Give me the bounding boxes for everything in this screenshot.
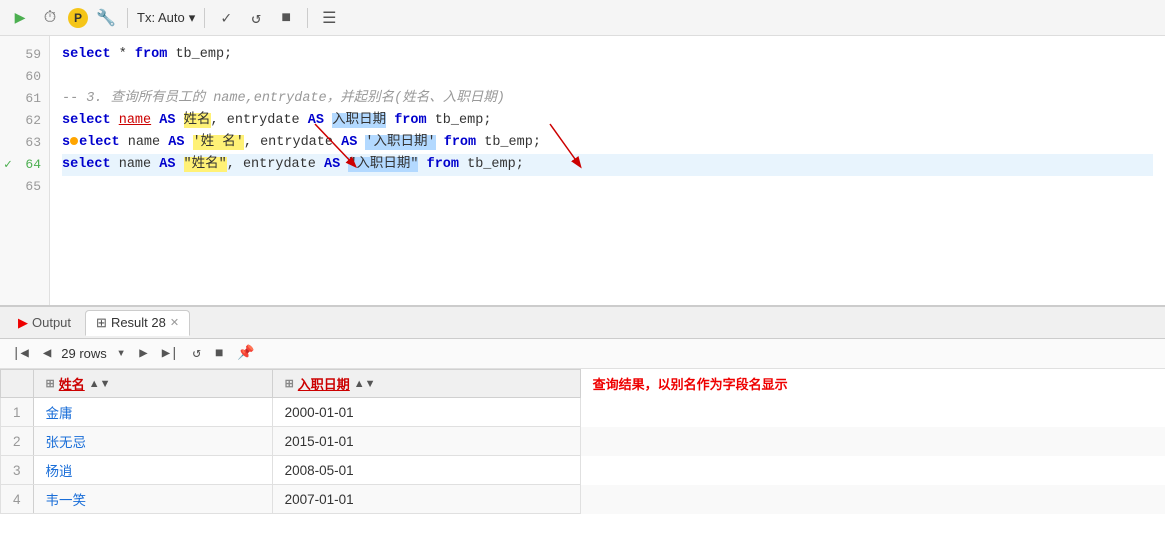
col-entrydate-label: 入职日期 xyxy=(298,374,350,393)
chevron-down-icon: ▾ xyxy=(189,10,196,26)
tab-close-icon[interactable]: ✕ xyxy=(170,316,179,329)
row-index-4: 4 xyxy=(1,485,34,514)
sort-icon-name[interactable]: ▲▼ xyxy=(89,378,111,390)
clock-button[interactable]: ⏱ xyxy=(38,6,62,30)
table-row: 2 张无忌 2015-01-01 xyxy=(1,427,1165,456)
row-index-3: 3 xyxy=(1,456,34,485)
row-index-2: 2 xyxy=(1,427,34,456)
tx-label: Tx: Auto xyxy=(137,10,185,25)
code-line-60 xyxy=(62,66,1153,88)
row-name-3: 杨逍 xyxy=(33,456,272,485)
result-icon: ⊞ xyxy=(96,315,107,331)
wrench-button[interactable]: 🔧 xyxy=(94,6,118,30)
editor-area: 59 60 61 62 63 ✓64 65 select * from tb_e… xyxy=(0,36,1165,306)
line-numbers: 59 60 61 62 63 ✓64 65 xyxy=(0,36,50,305)
name-link-2[interactable]: 张无忌 xyxy=(46,435,87,450)
name-link-1[interactable]: 金庸 xyxy=(46,406,73,421)
pin-button[interactable]: 📌 xyxy=(233,343,258,364)
p-button[interactable]: P xyxy=(68,8,88,28)
col-header-annotation: 查询结果，以别名作为字段名显示 xyxy=(580,370,1164,398)
stop-button[interactable]: ■ xyxy=(274,6,298,30)
run-button[interactable]: ▶ xyxy=(8,6,32,30)
row-name-4: 韦一笑 xyxy=(33,485,272,514)
code-line-63: select name AS '姓 名', entrydate AS '入职日期… xyxy=(62,132,1153,154)
code-line-64: select name AS "姓名", entrydate AS "入职日期"… xyxy=(62,154,1153,176)
code-content[interactable]: select * from tb_emp; -- 3. 查询所有员工的 name… xyxy=(50,36,1165,206)
panel-tabs: ▶ Output ⊞ Result 28 ✕ xyxy=(0,307,1165,339)
row-name-2: 张无忌 xyxy=(33,427,272,456)
code-line-61: -- 3. 查询所有员工的 name,entrydate，并起别名(姓名、入职日… xyxy=(62,88,1153,110)
row-extra-3 xyxy=(580,456,1164,485)
col-name-label: 姓名 xyxy=(59,374,85,393)
code-line-65 xyxy=(62,176,1153,198)
stop-result-button[interactable]: ■ xyxy=(211,344,227,364)
row-date-3: 2008-05-01 xyxy=(272,456,580,485)
check-button[interactable]: ✓ xyxy=(214,6,238,30)
last-page-button[interactable]: ▶| xyxy=(158,343,183,364)
line-num-65: 65 xyxy=(0,176,49,198)
row-date-4: 2007-01-01 xyxy=(272,485,580,514)
line-num-61: 61 xyxy=(0,88,49,110)
separator-3 xyxy=(307,8,308,28)
row-date-2: 2015-01-01 xyxy=(272,427,580,456)
tx-selector[interactable]: Tx: Auto ▾ xyxy=(137,10,195,26)
first-page-button[interactable]: |◀ xyxy=(8,343,33,364)
row-date-1: 2000-01-01 xyxy=(272,398,580,427)
refresh-button[interactable]: ↺ xyxy=(189,343,205,364)
editor-wrapper: select * from tb_emp; -- 3. 查询所有员工的 name… xyxy=(50,36,1165,305)
annotation-text: 查询结果，以别名作为字段名显示 xyxy=(593,377,788,392)
toolbar: ▶ ⏱ P 🔧 Tx: Auto ▾ ✓ ↺ ■ ☰ xyxy=(0,0,1165,36)
separator-2 xyxy=(204,8,205,28)
panel-toolbar: |◀ ◀ 29 rows ▾ ▶ ▶| ↺ ■ 📌 xyxy=(0,339,1165,369)
sort-icon-entrydate[interactable]: ▲▼ xyxy=(354,378,376,390)
code-line-59: select * from tb_emp; xyxy=(62,44,1153,66)
row-extra-4 xyxy=(580,485,1164,514)
output-icon: ▶ xyxy=(18,315,28,331)
rows-dropdown-button[interactable]: ▾ xyxy=(113,343,129,364)
line-num-62: 62 xyxy=(0,110,49,132)
col-header-name: ⊞ 姓名 ▲▼ xyxy=(33,370,272,398)
prev-page-button[interactable]: ◀ xyxy=(39,343,55,364)
separator-1 xyxy=(127,8,128,28)
table-body: 1 金庸 2000-01-01 2 张无忌 2015-01-01 3 杨逍 20… xyxy=(1,398,1165,514)
table-row: 4 韦一笑 2007-01-01 xyxy=(1,485,1165,514)
col-icon-name: ⊞ xyxy=(46,377,55,390)
name-link-3[interactable]: 杨逍 xyxy=(46,464,73,479)
bottom-panel: ▶ Output ⊞ Result 28 ✕ |◀ ◀ 29 rows ▾ ▶ … xyxy=(0,306,1165,556)
rows-info: 29 rows xyxy=(61,346,107,361)
line-num-59: 59 xyxy=(0,44,49,66)
col-header-entrydate: ⊞ 入职日期 ▲▼ xyxy=(272,370,580,398)
next-page-button[interactable]: ▶ xyxy=(135,343,151,364)
code-line-62: select name AS 姓名, entrydate AS 入职日期 fro… xyxy=(62,110,1153,132)
col-header-index xyxy=(1,370,34,398)
result-tab-label: Result 28 xyxy=(111,315,166,330)
list-button[interactable]: ☰ xyxy=(317,6,341,30)
row-extra-2 xyxy=(580,427,1164,456)
row-extra-1 xyxy=(580,398,1164,427)
line-num-64: ✓64 xyxy=(0,154,49,176)
results-table: ⊞ 姓名 ▲▼ xyxy=(0,369,1165,556)
table-row: 3 杨逍 2008-05-01 xyxy=(1,456,1165,485)
col-icon-entrydate: ⊞ xyxy=(285,377,294,390)
line-num-63: 63 xyxy=(0,132,49,154)
tab-result28[interactable]: ⊞ Result 28 ✕ xyxy=(85,310,190,336)
tab-output[interactable]: ▶ Output xyxy=(8,311,81,335)
table-row: 1 金庸 2000-01-01 xyxy=(1,398,1165,427)
row-index-1: 1 xyxy=(1,398,34,427)
undo-button[interactable]: ↺ xyxy=(244,6,268,30)
data-table: ⊞ 姓名 ▲▼ xyxy=(0,369,1165,514)
row-name-1: 金庸 xyxy=(33,398,272,427)
output-tab-label: Output xyxy=(32,315,71,330)
table-header-row: ⊞ 姓名 ▲▼ xyxy=(1,370,1165,398)
line-num-60: 60 xyxy=(0,66,49,88)
name-link-4[interactable]: 韦一笑 xyxy=(46,493,87,508)
rows-count: 29 rows xyxy=(61,346,107,361)
